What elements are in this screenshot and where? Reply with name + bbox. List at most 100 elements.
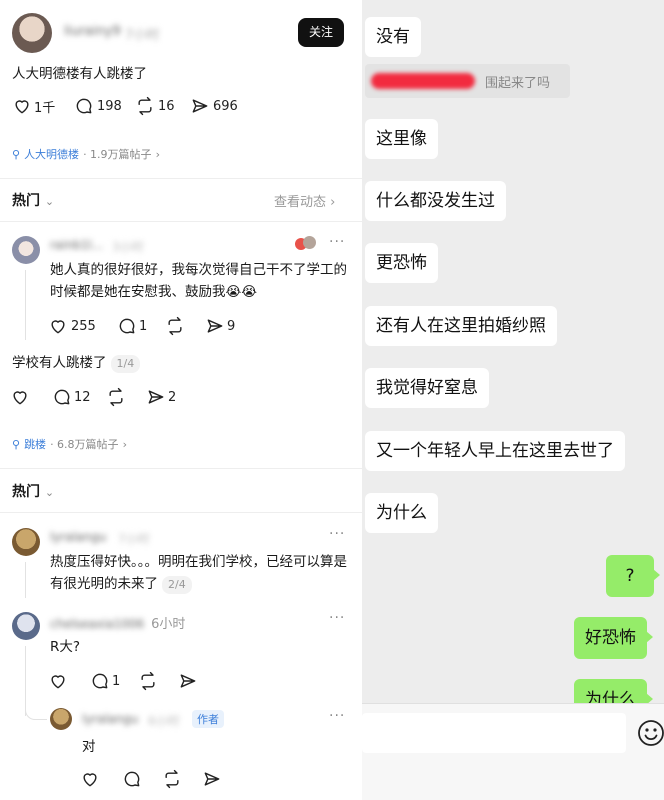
post-title: 人大明德楼有人跳楼了 — [12, 66, 147, 82]
chat-message[interactable]: 什么都没发生过 — [365, 181, 506, 221]
like-count: 255 — [71, 318, 96, 334]
comment-username[interactable]: rainb1l... — [50, 238, 103, 252]
chat-message[interactable]: 这里像 — [365, 119, 438, 159]
comment-count: 12 — [74, 389, 91, 405]
thread-line — [25, 562, 26, 598]
divider — [0, 468, 362, 469]
like-icon[interactable] — [10, 387, 52, 407]
more-options-icon[interactable]: ··· — [329, 234, 345, 250]
chat-message[interactable]: 更恐怖 — [365, 243, 438, 283]
sort-dropdown[interactable]: 热门 ⌄ — [12, 190, 54, 210]
repost-icon[interactable] — [135, 96, 155, 116]
share-icon[interactable] — [146, 387, 166, 407]
chevron-right-icon: › — [330, 195, 336, 210]
input-bar — [362, 703, 664, 800]
comment-text: R大? — [50, 639, 81, 655]
topic-name: 跳楼 — [24, 438, 47, 451]
comment-icon[interactable] — [122, 769, 162, 789]
sort-dropdown[interactable]: 热门 ⌄ — [12, 481, 54, 501]
post-time: 7小时 — [125, 28, 160, 43]
post2-actions: 12 2 — [10, 387, 176, 407]
share-icon[interactable] — [178, 671, 198, 691]
avatar[interactable] — [50, 708, 72, 730]
comment-count: 1 — [139, 318, 148, 334]
post-actions: 1千 198 16 696 — [12, 96, 238, 116]
chat-message[interactable]: 为什么 — [365, 493, 438, 533]
comment-icon[interactable] — [52, 387, 72, 407]
repost-icon[interactable] — [162, 769, 202, 789]
quoted-message[interactable]: 围起来了吗 — [365, 64, 570, 98]
avatar[interactable] — [12, 13, 52, 53]
like-count: 1千 — [34, 100, 56, 116]
comment-text: 她人真的很好很好，我每次觉得自己干不了学工的时候都是她在安慰我、鼓励我😭😭 — [50, 262, 347, 300]
avatar[interactable] — [12, 612, 40, 640]
comment-username[interactable]: lyralangu — [50, 530, 106, 544]
social-feed-panel: liurainy9 7小时 关注 人大明德楼有人跳楼了 1千 198 16 69… — [0, 0, 362, 800]
topic-link[interactable]: ⚲ 人大明德楼 · 1.9万篇帖子 › — [12, 146, 160, 162]
emoji-icon[interactable] — [637, 719, 664, 747]
reply-text: 对 — [82, 739, 96, 755]
avatar[interactable] — [12, 528, 40, 556]
author-badge: 作者 — [192, 710, 224, 728]
comment-icon[interactable] — [74, 96, 94, 116]
chevron-down-icon: ⌄ — [44, 486, 55, 499]
avatar[interactable] — [12, 236, 40, 264]
share-icon[interactable] — [190, 96, 210, 116]
more-options-icon[interactable]: ··· — [329, 610, 345, 626]
chat-message[interactable]: 我觉得好窒息 — [365, 368, 489, 408]
reply-actions — [80, 769, 222, 789]
comment-text: 热度压得好快。。。明明在我们学校，已经可以算是有很光明的未来了 2/4 — [50, 551, 352, 595]
comment-body: 热度压得好快。。。明明在我们学校，已经可以算是有很光明的未来了 — [50, 554, 347, 592]
comment-time: 3小时 — [112, 240, 144, 254]
chat-message-sent[interactable]: ? — [606, 555, 660, 597]
sort-label: 热门 — [12, 484, 40, 500]
topic-name: 人大明德楼 — [24, 148, 80, 161]
repost-icon[interactable] — [165, 316, 205, 336]
post-username[interactable]: liurainy9 — [64, 24, 121, 39]
like-icon[interactable] — [48, 316, 68, 336]
more-options-icon[interactable]: ··· — [329, 526, 345, 542]
page-indicator: 2/4 — [162, 576, 192, 594]
message-input[interactable] — [362, 713, 626, 753]
comment-icon[interactable] — [117, 316, 137, 336]
topic-count: · 6.8万篇帖子 — [50, 438, 119, 451]
chat-message[interactable]: 没有 — [365, 17, 421, 57]
topic-link[interactable]: ⚲ 跳楼 · 6.8万篇帖子 › — [12, 436, 127, 452]
redaction-mark — [371, 73, 475, 89]
repost-count: 16 — [158, 98, 175, 114]
search-icon: ⚲ — [12, 437, 21, 451]
comment-meta: chelseaxia1006 6小时 — [50, 613, 185, 632]
like-icon[interactable] — [12, 96, 32, 116]
reaction-stickers — [295, 236, 317, 252]
more-options-icon[interactable]: ··· — [329, 708, 345, 724]
share-count: 696 — [213, 98, 238, 114]
like-icon[interactable] — [48, 671, 90, 691]
reply-connector — [25, 700, 47, 720]
chat-message[interactable]: 又一个年轻人早上在这里去世了 — [365, 431, 625, 471]
topic-count: · 1.9万篇帖子 — [83, 148, 152, 161]
like-icon[interactable] — [80, 769, 122, 789]
comment-username[interactable]: chelseaxia1006 — [50, 617, 144, 631]
reply-username[interactable]: lyralangu — [82, 712, 138, 726]
post2-text: 学校有人跳楼了 1/4 — [12, 352, 141, 374]
search-icon: ⚲ — [12, 147, 21, 161]
share-icon[interactable] — [202, 769, 222, 789]
follow-button[interactable]: 关注 — [298, 18, 344, 47]
quoted-text: 围起来了吗 — [485, 76, 551, 91]
repost-icon[interactable] — [138, 671, 178, 691]
chat-message[interactable]: 还有人在这里拍婚纱照 — [365, 306, 557, 346]
chevron-down-icon: ⌄ — [44, 195, 55, 208]
comment-icon[interactable] — [90, 671, 110, 691]
sort-label: 热门 — [12, 193, 40, 209]
chat-message-sent[interactable]: 好恐怖 — [574, 617, 653, 659]
share-count: 2 — [168, 389, 177, 405]
comment-count: 198 — [97, 98, 122, 114]
comment-actions: 255 1 9 — [48, 316, 235, 336]
post2-title: 学校有人跳楼了 — [12, 355, 107, 371]
repost-icon[interactable] — [106, 387, 146, 407]
divider — [0, 512, 362, 513]
page-indicator: 1/4 — [110, 355, 141, 373]
share-icon[interactable] — [205, 316, 225, 336]
reply-time: 6小时 — [148, 714, 180, 728]
view-activity-link[interactable]: 查看动态 › — [274, 191, 335, 210]
